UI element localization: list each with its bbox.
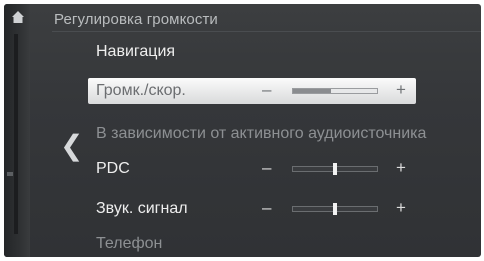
menu-item-signal-sound[interactable]: Звук. сигнал – +: [88, 197, 478, 221]
header-divider: [52, 31, 481, 32]
increase-button[interactable]: +: [396, 80, 406, 100]
page-title: Регулировка громкости: [54, 11, 218, 28]
volume-settings-screen: Регулировка громкости ❮ Навигация Громк.…: [4, 4, 481, 257]
slider-knob[interactable]: [333, 203, 337, 215]
menu-item-label: PDC: [96, 160, 130, 177]
volume-slider[interactable]: [292, 88, 378, 94]
decrease-button[interactable]: –: [262, 80, 271, 100]
header: Регулировка громкости: [30, 4, 481, 32]
menu-item-navigation[interactable]: Навигация: [88, 40, 478, 64]
increase-button[interactable]: +: [396, 158, 406, 178]
scroll-position-indicator: [7, 172, 13, 176]
menu-item-phone[interactable]: Телефон: [88, 232, 478, 256]
menu-item-label: Телефон: [96, 235, 163, 252]
decrease-button[interactable]: –: [262, 158, 271, 178]
menu-item-label: Звук. сигнал: [96, 200, 188, 217]
slider-knob[interactable]: [333, 163, 337, 175]
menu-item-source-dependent: В зависимости от активного аудиоисточник…: [88, 122, 478, 146]
scrollbar-track[interactable]: [14, 34, 18, 234]
menu-item-label: В зависимости от активного аудиоисточник…: [96, 125, 427, 142]
slider-fill: [293, 89, 331, 93]
left-rail: [4, 4, 30, 257]
signal-sound-slider[interactable]: [292, 203, 378, 215]
menu-item-volume-speed[interactable]: Громк./скор. – +: [88, 78, 416, 104]
pdc-slider[interactable]: [292, 163, 378, 175]
home-icon[interactable]: [11, 10, 25, 24]
decrease-button[interactable]: –: [262, 198, 271, 218]
menu-item-label: Навигация: [96, 43, 176, 60]
menu-item-label: Громк./скор.: [96, 82, 186, 99]
increase-button[interactable]: +: [396, 198, 406, 218]
back-chevron-icon[interactable]: ❮: [60, 132, 83, 160]
menu-item-pdc[interactable]: PDC – +: [88, 157, 478, 181]
